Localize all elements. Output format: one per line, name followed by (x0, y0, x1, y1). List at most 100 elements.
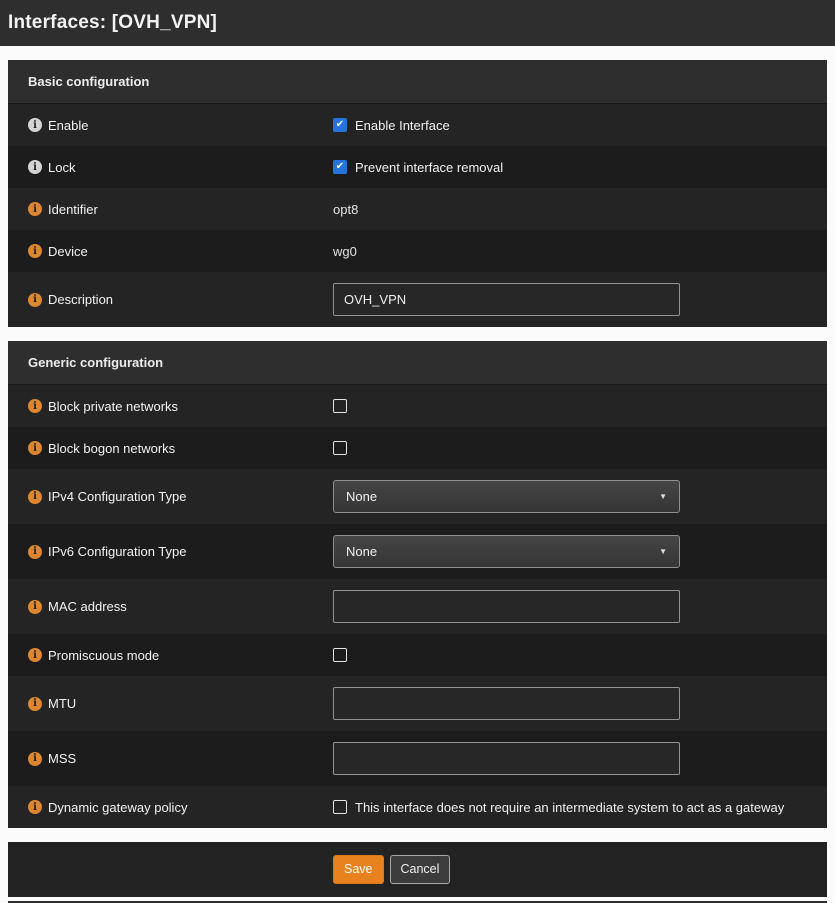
select-value: None (346, 544, 659, 559)
row-mtu: i MTU (8, 676, 827, 731)
field-label: Block bogon networks (48, 441, 175, 456)
field-control-cell: None▼ (333, 480, 827, 513)
row-ipv6-configuration-type: i IPv6 Configuration Type None▼ (8, 524, 827, 579)
field-label-cell: i MSS (8, 751, 333, 766)
field-control-cell (333, 399, 827, 413)
chevron-down-icon: ▼ (659, 548, 667, 556)
row-enable: i Enable ✔ Enable Interface (8, 104, 827, 146)
row-block-bogon-networks: i Block bogon networks (8, 427, 827, 469)
cancel-button[interactable]: Cancel (390, 855, 451, 884)
field-label: Lock (48, 160, 75, 175)
row-promiscuous-mode: i Promiscuous mode (8, 634, 827, 676)
info-icon[interactable]: i (28, 697, 42, 711)
select-value: None (346, 489, 659, 504)
field-label-cell: i MTU (8, 696, 333, 711)
row-description: i Description (8, 272, 827, 327)
panel-basic-configuration: Basic configuration i Enable ✔ Enable Interf… (8, 60, 827, 327)
mss-input[interactable] (333, 742, 680, 775)
field-control-cell (333, 590, 827, 623)
field-control-cell: opt8 (333, 202, 827, 217)
info-icon[interactable]: i (28, 648, 42, 662)
field-control-cell (333, 742, 827, 775)
ipv4-configuration-type-select[interactable]: None▼ (333, 480, 680, 513)
field-label-cell: i Block private networks (8, 399, 333, 414)
field-control-cell: wg0 (333, 244, 827, 259)
field-label: Promiscuous mode (48, 648, 159, 663)
promiscuous-mode-checkbox[interactable] (333, 648, 347, 662)
field-label-cell: i Lock (8, 160, 333, 175)
field-label: IPv4 Configuration Type (48, 489, 187, 504)
section-title: Basic configuration (8, 60, 827, 104)
description-input[interactable] (333, 283, 680, 316)
row-block-private-networks: i Block private networks (8, 385, 827, 427)
info-icon[interactable]: i (28, 441, 42, 455)
save-button[interactable]: Save (333, 855, 384, 884)
device-value: wg0 (333, 244, 357, 259)
section-title: Generic configuration (8, 341, 827, 385)
checkbox-label: This interface does not require an inter… (355, 800, 784, 815)
row-dynamic-gateway-policy: i Dynamic gateway policy This interface do… (8, 786, 827, 828)
block-bogon-networks-checkbox[interactable] (333, 441, 347, 455)
field-label: MAC address (48, 599, 127, 614)
row-lock: i Lock ✔ Prevent interface removal (8, 146, 827, 188)
field-control-cell (333, 283, 827, 316)
field-label-cell: i IPv4 Configuration Type (8, 489, 333, 504)
field-label-cell: i MAC address (8, 599, 333, 614)
info-icon[interactable]: i (28, 600, 42, 614)
checkbox-label: Prevent interface removal (355, 160, 503, 175)
field-label-cell: i Dynamic gateway policy (8, 800, 333, 815)
field-label: Identifier (48, 202, 98, 217)
field-label-cell: i Enable (8, 118, 333, 133)
row-ipv4-configuration-type: i IPv4 Configuration Type None▼ (8, 469, 827, 524)
field-control-cell (333, 648, 827, 662)
field-label: Device (48, 244, 88, 259)
info-icon[interactable]: i (28, 399, 42, 413)
actions-panel: Save Cancel (8, 842, 827, 897)
field-label: IPv6 Configuration Type (48, 544, 187, 559)
mac-address-input[interactable] (333, 590, 680, 623)
form-panels: Basic configuration i Enable ✔ Enable Interf… (8, 60, 827, 828)
field-label: MTU (48, 696, 76, 711)
enable-checkbox[interactable]: ✔ (333, 118, 347, 132)
row-identifier: i Identifier opt8 (8, 188, 827, 230)
mtu-input[interactable] (333, 687, 680, 720)
field-label: MSS (48, 751, 76, 766)
field-control-cell: This interface does not require an inter… (333, 800, 827, 815)
panel-generic-configuration: Generic configuration i Block private netw… (8, 341, 827, 828)
info-icon[interactable]: i (28, 202, 42, 216)
field-control-cell (333, 441, 827, 455)
field-control-cell (333, 687, 827, 720)
info-icon[interactable]: i (28, 118, 42, 132)
info-icon[interactable]: i (28, 800, 42, 814)
page-header: Interfaces: [OVH_VPN] (0, 0, 835, 46)
field-label-cell: i Device (8, 244, 333, 259)
row-mss: i MSS (8, 731, 827, 786)
lock-checkbox[interactable]: ✔ (333, 160, 347, 174)
page-title: Interfaces: [OVH_VPN] (8, 12, 217, 34)
field-label-cell: i Description (8, 292, 333, 307)
field-label-cell: i Promiscuous mode (8, 648, 333, 663)
info-icon[interactable]: i (28, 490, 42, 504)
chevron-down-icon: ▼ (659, 493, 667, 501)
field-label: Enable (48, 118, 88, 133)
info-icon[interactable]: i (28, 545, 42, 559)
field-label: Dynamic gateway policy (48, 800, 187, 815)
field-label-cell: i IPv6 Configuration Type (8, 544, 333, 559)
row-mac-address: i MAC address (8, 579, 827, 634)
content-area: Basic configuration i Enable ✔ Enable Interf… (0, 46, 835, 903)
field-label: Description (48, 292, 113, 307)
field-label: Block private networks (48, 399, 178, 414)
block-private-networks-checkbox[interactable] (333, 399, 347, 413)
dynamic-gateway-policy-checkbox[interactable] (333, 800, 347, 814)
info-icon[interactable]: i (28, 752, 42, 766)
field-control-cell: ✔ Enable Interface (333, 118, 827, 133)
ipv6-configuration-type-select[interactable]: None▼ (333, 535, 680, 568)
info-icon[interactable]: i (28, 293, 42, 307)
field-control-cell: ✔ Prevent interface removal (333, 160, 827, 175)
field-control-cell: None▼ (333, 535, 827, 568)
field-label-cell: i Block bogon networks (8, 441, 333, 456)
checkbox-label: Enable Interface (355, 118, 450, 133)
info-icon[interactable]: i (28, 160, 42, 174)
info-icon[interactable]: i (28, 244, 42, 258)
row-device: i Device wg0 (8, 230, 827, 272)
